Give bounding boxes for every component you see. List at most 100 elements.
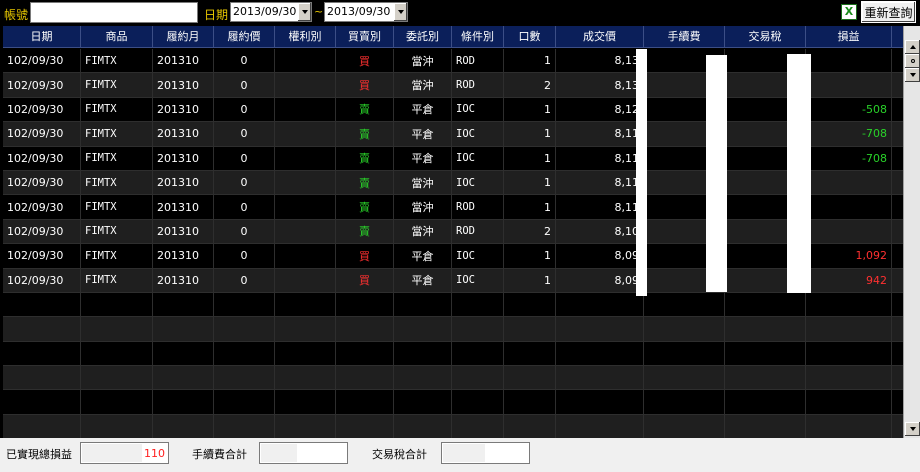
arrow-up-icon[interactable] <box>905 40 920 54</box>
cell-right <box>275 390 336 414</box>
cell-strike: 0 <box>214 73 275 97</box>
header-col-tax[interactable]: 交易稅 <box>725 26 806 48</box>
cell-date <box>3 292 81 317</box>
cell-fee <box>644 292 725 317</box>
header-col-fee[interactable]: 手續費 <box>644 26 725 48</box>
date-from-select[interactable]: 2013/09/30 <box>230 2 312 22</box>
cell-cond <box>452 414 504 438</box>
account-input[interactable] <box>30 2 198 23</box>
realized-pnl-value: 110 <box>80 442 169 464</box>
header-col-pnl[interactable]: 損益 <box>806 26 892 48</box>
cell-cond: ROD <box>452 49 504 73</box>
cell-product <box>81 414 153 438</box>
table-row[interactable]: 102/09/30 FIMTX 201310 0 賣當沖 ROD 2 8,10 <box>3 219 905 245</box>
cell-order: 當沖 <box>394 73 452 97</box>
scroll-thumb[interactable] <box>905 54 920 68</box>
cell-side: 賣 <box>336 170 394 195</box>
cell-price: 8,13 <box>556 49 644 73</box>
table-row[interactable]: 102/09/30 FIMTX 201310 0 買平倉 IOC 1 8,09 942 <box>3 268 905 293</box>
cell-product: FIMTX <box>81 122 153 146</box>
cell-qty <box>504 414 556 438</box>
cell-tax <box>725 366 806 390</box>
cell-side <box>336 414 394 438</box>
cell-tax <box>725 390 806 414</box>
date-to-select[interactable]: 2013/09/30 <box>324 2 408 22</box>
cell-pnl: -508 <box>806 97 892 122</box>
cell-month <box>153 414 214 438</box>
table-row[interactable]: 102/09/30 FIMTX 201310 0 賣當沖 ROD 1 8,11 <box>3 195 905 220</box>
cell-pnl: -708 <box>806 122 892 146</box>
cell-fee <box>644 341 725 366</box>
cell-date <box>3 366 81 390</box>
cell-order <box>394 292 452 317</box>
table-row[interactable]: 102/09/30 FIMTX 201310 0 賣平倉 IOC 1 8,11 -708 <box>3 122 905 147</box>
cell-strike: 0 <box>214 49 275 73</box>
table-row[interactable]: 102/09/30 FIMTX 201310 0 賣當沖 IOC 1 8,11 <box>3 170 905 196</box>
cell-side <box>336 366 394 390</box>
vertical-scrollbar[interactable] <box>903 26 920 438</box>
cell-product: FIMTX <box>81 195 153 219</box>
header-col-order[interactable]: 委託別 <box>394 26 452 48</box>
table-row[interactable] <box>3 341 905 367</box>
summary-footer: 已實現總損益 110 手續費合計 交易稅合計 <box>0 438 920 472</box>
arrow-down-icon[interactable] <box>905 422 920 436</box>
cell-strike: 0 <box>214 170 275 195</box>
cell-date: 102/09/30 <box>3 73 81 97</box>
cell-pnl <box>806 49 892 73</box>
arrow-down-icon[interactable] <box>905 68 920 82</box>
cell-right <box>275 73 336 97</box>
header-col-right[interactable]: 權利別 <box>275 26 336 48</box>
cell-cond: IOC <box>452 244 504 268</box>
header-col-strike[interactable]: 履約價 <box>214 26 275 48</box>
cell-right <box>275 195 336 219</box>
cell-month: 201310 <box>153 268 214 292</box>
cell-date: 102/09/30 <box>3 268 81 292</box>
cell-tax <box>725 341 806 366</box>
excel-icon-glyph: X <box>844 5 854 18</box>
table-row[interactable] <box>3 414 905 438</box>
table-row[interactable]: 102/09/30 FIMTX 201310 0 買平倉 IOC 1 8,09 1,092 <box>3 244 905 269</box>
cell-pnl: -708 <box>806 146 892 170</box>
table-row[interactable]: 102/09/30 FIMTX 201310 0 買當沖 ROD 1 8,13 <box>3 49 905 74</box>
cell-price <box>556 292 644 317</box>
header-col-side[interactable]: 買賣別 <box>336 26 394 48</box>
header-col-product[interactable]: 商品 <box>81 26 153 48</box>
cell-month: 201310 <box>153 97 214 122</box>
cell-order <box>394 414 452 438</box>
cell-qty: 1 <box>504 49 556 73</box>
table-row[interactable] <box>3 390 905 415</box>
cell-side: 買 <box>336 244 394 268</box>
cell-right <box>275 97 336 122</box>
grid-body: 102/09/30 FIMTX 201310 0 買當沖 ROD 1 8,13 102/09/3… <box>3 49 905 438</box>
header-col-price[interactable]: 成交價 <box>556 26 644 48</box>
cell-right <box>275 170 336 195</box>
requery-button[interactable]: 重新查詢 <box>861 1 916 23</box>
cell-strike: 0 <box>214 219 275 244</box>
table-row[interactable] <box>3 317 905 342</box>
cell-side: 賣 <box>336 97 394 122</box>
chevron-down-icon[interactable] <box>393 3 407 21</box>
table-row[interactable]: 102/09/30 FIMTX 201310 0 買當沖 ROD 2 8,13 <box>3 73 905 98</box>
cell-order <box>394 317 452 341</box>
cell-product <box>81 366 153 390</box>
header-col-month[interactable]: 履約月 <box>153 26 214 48</box>
table-row[interactable] <box>3 292 905 318</box>
cell-date <box>3 390 81 414</box>
excel-icon[interactable]: X <box>841 4 857 20</box>
cell-fee <box>644 414 725 438</box>
cell-price <box>556 366 644 390</box>
cell-side <box>336 317 394 341</box>
header-col-date[interactable]: 日期 <box>3 26 81 48</box>
table-row[interactable]: 102/09/30 FIMTX 201310 0 賣平倉 IOC 1 8,11 -708 <box>3 146 905 171</box>
header-col-qty[interactable]: 口數 <box>504 26 556 48</box>
cell-pnl <box>806 341 892 366</box>
cell-price: 8,09 <box>556 268 644 292</box>
header-col-cond[interactable]: 條件別 <box>452 26 504 48</box>
cell-month: 201310 <box>153 195 214 219</box>
table-row[interactable] <box>3 366 905 391</box>
cell-pnl: 1,092 <box>806 244 892 268</box>
cell-strike <box>214 390 275 414</box>
chevron-down-icon[interactable] <box>297 3 311 21</box>
table-row[interactable]: 102/09/30 FIMTX 201310 0 賣平倉 IOC 1 8,12 -508 <box>3 97 905 123</box>
cell-month <box>153 366 214 390</box>
